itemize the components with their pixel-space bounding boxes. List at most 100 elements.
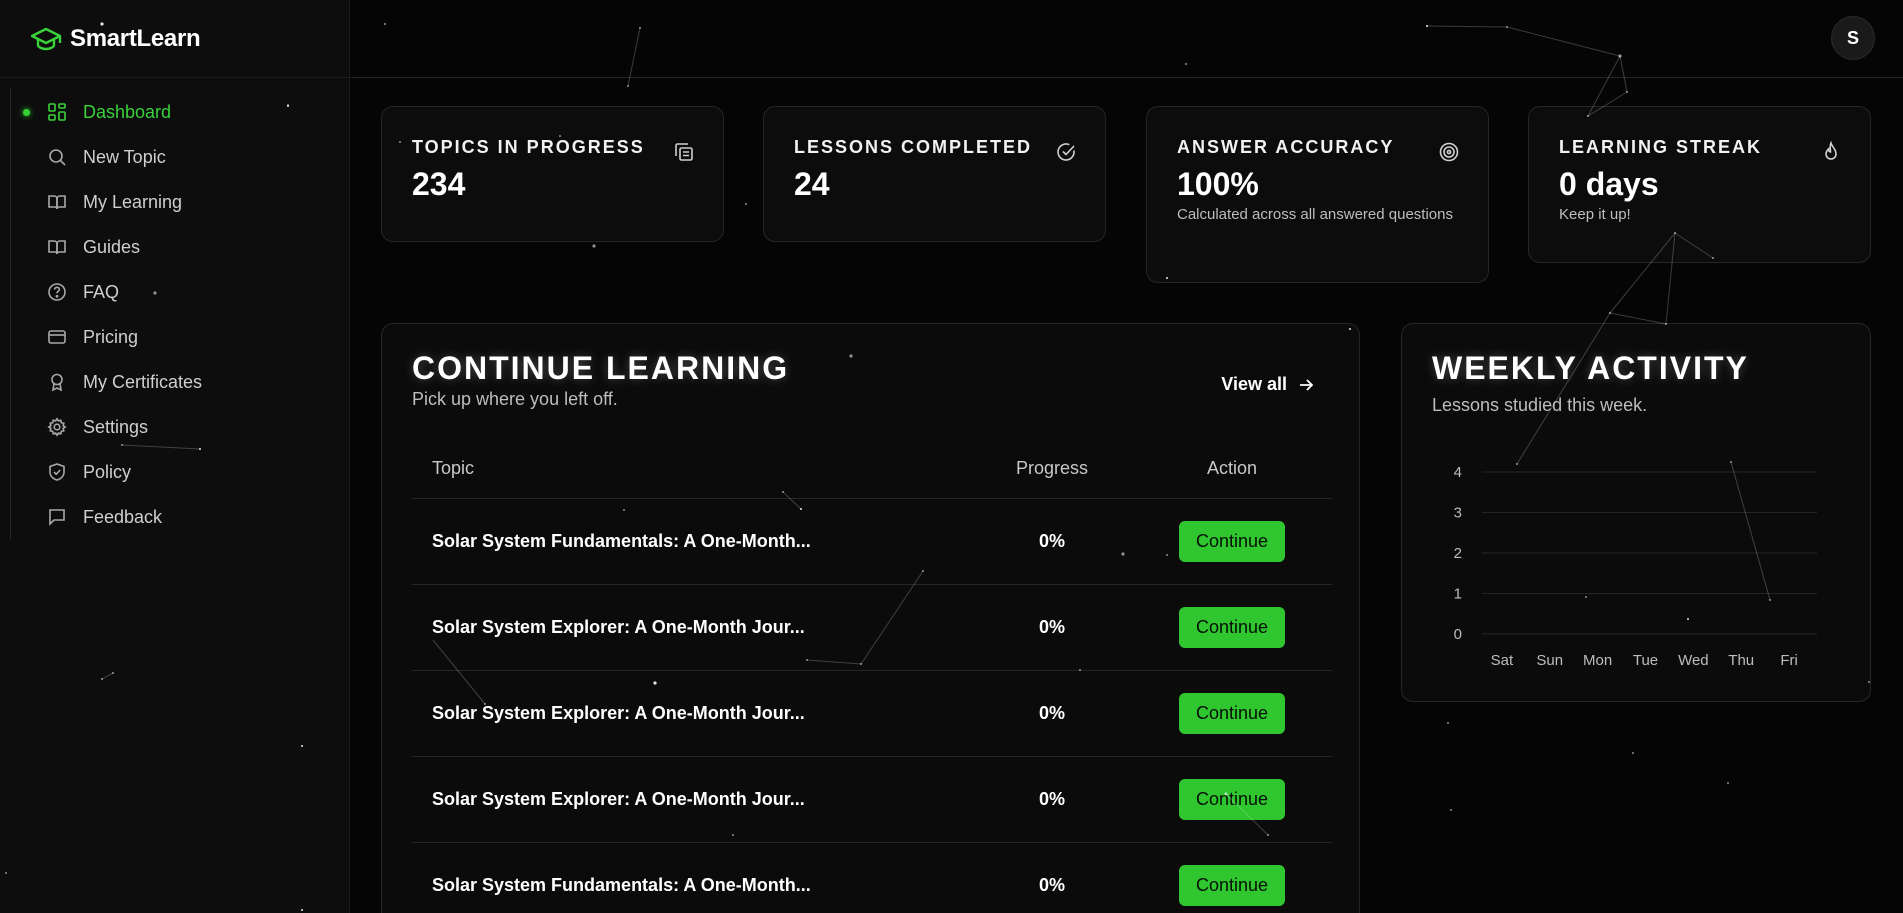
x-tick-label: Tue — [1633, 652, 1658, 669]
topic-title[interactable]: Solar System Explorer: A One-Month Jour.… — [412, 703, 972, 724]
star — [592, 244, 596, 248]
sidebar-item-label: Pricing — [83, 327, 139, 347]
x-tick-label: Sun — [1536, 652, 1563, 669]
gear-icon — [47, 417, 67, 437]
column-header-progress: Progress — [1015, 458, 1089, 478]
stat-title: TOPICS IN PROGRESS — [412, 137, 645, 157]
continue-button[interactable]: Continue — [1179, 865, 1285, 906]
y-tick-label: 0 — [1454, 626, 1462, 643]
star — [1609, 312, 1611, 314]
y-tick-label: 2 — [1454, 545, 1462, 562]
continue-button[interactable]: Continue — [1179, 693, 1285, 734]
view-all-link[interactable]: View all — [1221, 374, 1315, 395]
book-open-icon — [48, 240, 66, 255]
sidebar-item-settings[interactable]: Settings — [11, 405, 340, 450]
brand[interactable]: SmartLearn — [0, 0, 349, 78]
star — [1632, 752, 1634, 754]
weekly-activity-panel: WEEKLY ACTIVITY Lessons studied this wee… — [1401, 323, 1871, 702]
sidebar-item-my-learning[interactable]: My Learning — [11, 180, 340, 225]
table-row: Solar System Explorer: A One-Month Jour.… — [412, 671, 1332, 757]
shield-check-icon — [49, 463, 65, 481]
sidebar-item-label: Guides — [83, 237, 141, 257]
sidebar-item-label: Dashboard — [83, 102, 172, 122]
stat-value: 100% — [1177, 166, 1259, 202]
star — [1727, 782, 1729, 784]
y-tick-label: 1 — [1454, 586, 1462, 603]
x-tick-label: Thu — [1728, 652, 1754, 669]
star — [745, 203, 747, 205]
topic-title[interactable]: Solar System Explorer: A One-Month Jour.… — [412, 789, 972, 810]
star — [627, 85, 629, 87]
active-indicator-dot — [23, 109, 30, 116]
sidebar-item-label: My Certificates — [83, 372, 203, 392]
stat-card-topics-in-progress: TOPICS IN PROGRESS 234 — [381, 106, 724, 242]
book-open-icon — [48, 195, 66, 210]
star — [1447, 722, 1449, 724]
stat-title: ANSWER ACCURACY — [1177, 137, 1395, 157]
x-tick-label: Mon — [1583, 652, 1612, 669]
flame-icon — [1825, 141, 1837, 160]
column-header-topic: Topic — [432, 458, 475, 478]
continue-button[interactable]: Continue — [1179, 607, 1285, 648]
arrow-right-icon — [1300, 378, 1314, 391]
table-row: Solar System Fundamentals: A One-Month..… — [412, 499, 1332, 585]
stat-value: 0 days — [1559, 166, 1659, 202]
sidebar-item-label: Policy — [83, 462, 132, 482]
topic-progress: 0% — [1038, 531, 1065, 551]
topic-progress: 0% — [1038, 617, 1065, 637]
table-row: Solar System Fundamentals: A One-Month..… — [412, 843, 1332, 913]
sidebar-item-policy[interactable]: Policy — [11, 450, 340, 495]
sidebar: SmartLearn Dashboard New Topic My Learni… — [0, 0, 350, 913]
sidebar-nav: Dashboard New Topic My Learning Guides F… — [10, 88, 340, 540]
continue-button[interactable]: Continue — [1179, 779, 1285, 820]
sidebar-item-pricing[interactable]: Pricing — [11, 315, 340, 360]
topic-title[interactable]: Solar System Fundamentals: A One-Month..… — [412, 531, 972, 552]
sidebar-item-label: Settings — [83, 417, 149, 437]
continue-learning-panel: CONTINUE LEARNING Pick up where you left… — [381, 323, 1360, 913]
stat-value: 234 — [412, 166, 466, 202]
graduation-cap-icon — [30, 27, 62, 50]
search-icon — [49, 149, 66, 166]
sidebar-item-my-certificates[interactable]: My Certificates — [11, 360, 340, 405]
weekly-activity-chart: 0 1 2 3 4 Sat Sun Mon Tue Wed Thu Fri — [1454, 464, 1817, 669]
sidebar-item-dashboard[interactable]: Dashboard — [11, 90, 340, 135]
app-name: SmartLearn — [70, 24, 201, 52]
sidebar-item-label: My Learning — [83, 192, 183, 212]
x-tick-label: Sat — [1491, 652, 1514, 669]
sidebar-item-faq[interactable]: FAQ — [11, 270, 340, 315]
avatar[interactable]: S — [1831, 16, 1875, 60]
sidebar-item-new-topic[interactable]: New Topic — [11, 135, 340, 180]
topics-table: Topic Progress Action Solar System Funda… — [412, 439, 1332, 913]
star — [1450, 809, 1452, 811]
stat-card-answer-accuracy: ANSWER ACCURACY 100% Calculated across a… — [1146, 106, 1489, 283]
table-row: Solar System Explorer: A One-Month Jour.… — [412, 757, 1332, 843]
stat-subtext: Keep it up! — [1559, 206, 1631, 223]
target-icon — [1439, 142, 1459, 162]
sidebar-item-label: Feedback — [83, 507, 163, 527]
stat-card-lessons-completed: LESSONS COMPLETED 24 — [763, 106, 1106, 242]
top-bar: S — [350, 0, 1903, 78]
message-square-icon — [49, 509, 65, 526]
topic-progress: 0% — [1038, 875, 1065, 895]
topic-title[interactable]: Solar System Explorer: A One-Month Jour.… — [412, 617, 972, 638]
award-icon — [51, 373, 63, 392]
help-circle-icon — [48, 283, 66, 301]
x-tick-label: Fri — [1780, 652, 1798, 669]
sidebar-item-feedback[interactable]: Feedback — [11, 495, 340, 540]
stat-value: 24 — [794, 166, 830, 202]
y-tick-label: 3 — [1454, 505, 1462, 522]
credit-card-icon — [48, 330, 66, 344]
stat-title: LEARNING STREAK — [1559, 137, 1763, 157]
topic-title[interactable]: Solar System Fundamentals: A One-Month..… — [412, 875, 972, 896]
stat-title: LESSONS COMPLETED — [794, 137, 1033, 157]
sidebar-item-guides[interactable]: Guides — [11, 225, 340, 270]
copy-icon — [675, 143, 693, 161]
check-circle-icon — [1057, 143, 1075, 161]
topic-progress: 0% — [1038, 789, 1065, 809]
topic-progress: 0% — [1038, 703, 1065, 723]
stat-subtext: Calculated across all answered questions — [1177, 206, 1453, 223]
continue-button[interactable]: Continue — [1179, 521, 1285, 562]
dashboard-icon — [48, 103, 66, 121]
sidebar-item-label: New Topic — [83, 147, 166, 167]
table-row: Solar System Explorer: A One-Month Jour.… — [412, 585, 1332, 671]
